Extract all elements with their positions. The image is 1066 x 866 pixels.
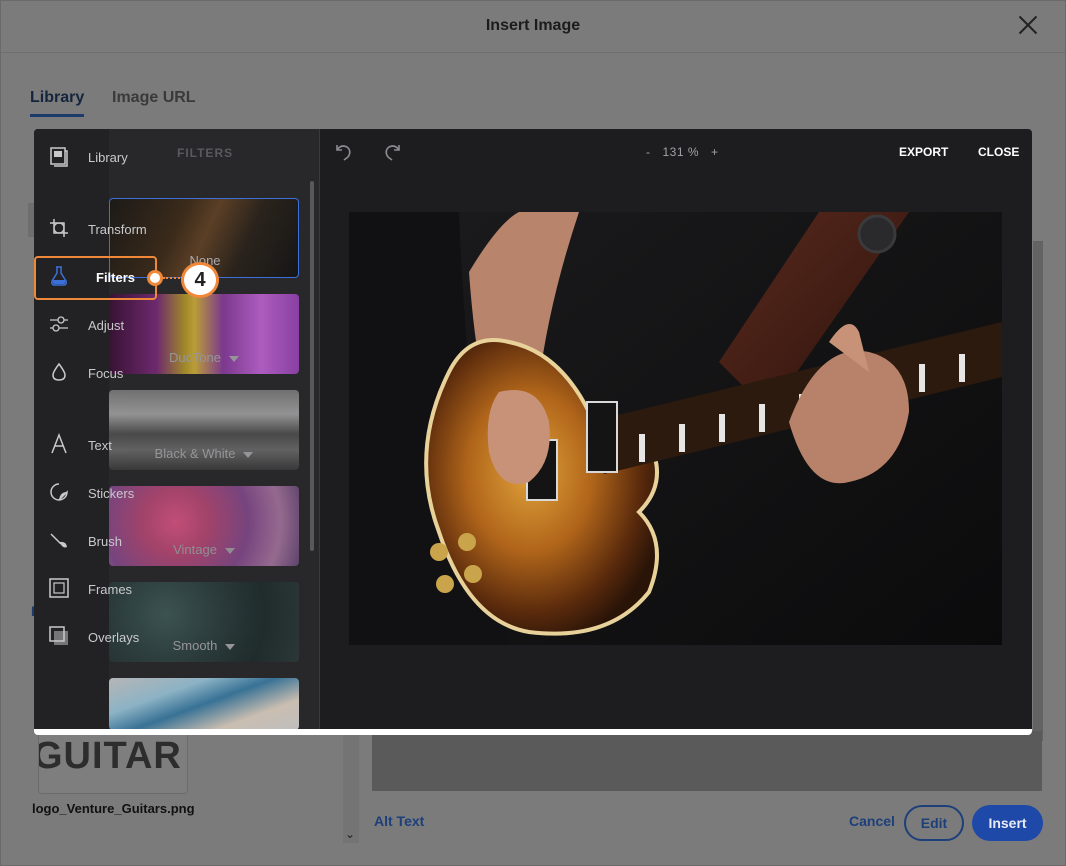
step-number-badge: 4 (181, 262, 219, 298)
caret-down-icon (243, 451, 254, 458)
preview-edge (1033, 241, 1043, 741)
rail-item-library[interactable]: Library (48, 143, 188, 171)
filter-card-more[interactable] (109, 678, 299, 729)
transform-icon (48, 217, 72, 241)
image-preview-area (372, 731, 1042, 791)
caret-down-icon (225, 643, 236, 650)
overlays-icon (48, 625, 72, 649)
adjust-sliders-icon (48, 313, 72, 337)
zoom-level: 131 % (662, 145, 700, 159)
alt-text-link[interactable]: Alt Text (374, 813, 424, 829)
rail-item-stickers[interactable]: Stickers (48, 479, 188, 507)
edit-button[interactable]: Edit (904, 805, 964, 841)
rail-item-label: Frames (88, 581, 133, 597)
rail-item-label: Focus (88, 365, 124, 381)
image-canvas[interactable] (349, 212, 1002, 645)
thumbnail-logo-text: GUITAR (38, 735, 182, 777)
callout-dot (147, 270, 163, 286)
panel-divider (319, 129, 320, 729)
filters-highlight-box (34, 256, 157, 300)
rail-item-label: Text (88, 437, 112, 453)
rail-item-text[interactable]: Text (48, 431, 188, 459)
active-tab-indicator (30, 114, 84, 117)
dialog-title: Insert Image (485, 17, 581, 34)
close-icon[interactable] (1015, 13, 1041, 39)
tab-image-url[interactable]: Image URL (112, 89, 196, 107)
zoom-out-button[interactable]: - (646, 145, 651, 159)
dialog-header: Insert Image (1, 1, 1065, 53)
tab-library[interactable]: Library (30, 89, 84, 107)
rail-item-frames[interactable]: Frames (48, 575, 188, 603)
library-thumbnail[interactable]: GUITAR (38, 728, 188, 794)
rail-item-label: Stickers (88, 485, 135, 501)
guitar-photo (349, 212, 1002, 645)
close-button[interactable]: CLOSE (978, 145, 1019, 159)
rail-item-label: Library (88, 149, 128, 165)
rail-item-overlays[interactable]: Overlays (48, 623, 188, 651)
export-button[interactable]: EXPORT (899, 145, 948, 159)
text-icon (48, 432, 72, 457)
rail-item-brush[interactable]: Brush (48, 527, 188, 555)
focus-drop-icon (48, 361, 72, 385)
chevron-down-icon[interactable]: ⌄ (345, 827, 355, 841)
rail-item-label: Transform (88, 221, 147, 237)
library-icon (48, 145, 72, 169)
rail-item-label: Brush (88, 533, 122, 549)
caret-down-icon (229, 355, 240, 362)
brush-icon (48, 529, 72, 553)
zoom-control: -131 % + (640, 145, 725, 159)
callout-connector (163, 277, 183, 279)
insert-button[interactable]: Insert (972, 805, 1043, 841)
thumbnail-filename: logo_Venture_Guitars.png (32, 801, 195, 816)
stickers-icon (48, 481, 72, 505)
rail-item-label: Adjust (88, 317, 125, 333)
filters-scrollbar[interactable] (310, 181, 314, 551)
caret-down-icon (224, 547, 235, 554)
image-editor: FILTERS None DuoTone Black & White Vinta… (34, 129, 1032, 735)
rail-item-focus[interactable]: Focus (48, 359, 188, 387)
zoom-in-button[interactable]: + (711, 145, 719, 159)
undo-icon[interactable] (332, 141, 354, 163)
rail-item-transform[interactable]: Transform (48, 215, 188, 243)
frames-icon (48, 577, 72, 601)
cancel-button[interactable]: Cancel (849, 813, 895, 829)
rail-item-label: Overlays (88, 629, 140, 645)
redo-icon[interactable] (382, 141, 404, 163)
rail-item-adjust[interactable]: Adjust (48, 311, 188, 339)
